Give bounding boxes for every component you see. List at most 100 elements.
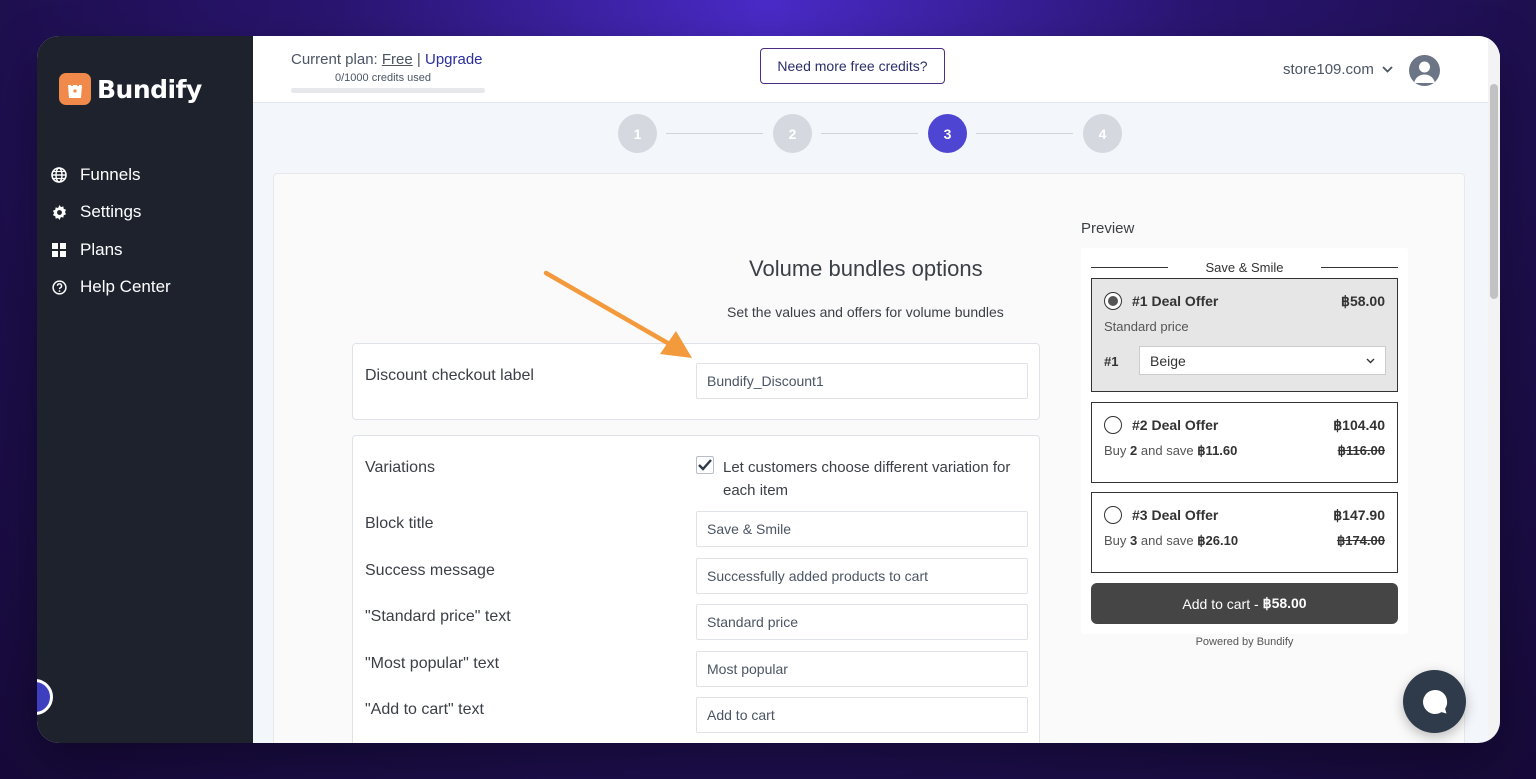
store-name: store109.com <box>1283 61 1374 78</box>
powered-prefix: Powered by <box>1195 636 1254 648</box>
stepper: 1 2 3 4 <box>617 114 1123 154</box>
topbar: Current plan: Free | Upgrade 0/1000 cred… <box>253 36 1500 103</box>
offer-qty: 2 <box>1130 443 1138 458</box>
block-title-input[interactable] <box>696 511 1028 547</box>
sub-mid: and save <box>1140 533 1194 548</box>
standard-price-input[interactable] <box>696 604 1028 640</box>
offer-old-price: ฿116.00 <box>1337 443 1385 458</box>
powered-by: Powered by Bundify <box>1081 636 1408 648</box>
scrollbar[interactable] <box>1488 36 1500 743</box>
gear-icon <box>51 204 67 220</box>
app-window: Bundify Funnels Settings Plans Help Cent… <box>37 36 1500 743</box>
offer-saving: ฿11.60 <box>1197 443 1238 458</box>
preview-label: Preview <box>1081 220 1135 237</box>
sub-prefix: Buy <box>1104 443 1127 458</box>
variant-select[interactable]: Beige <box>1139 346 1386 375</box>
options-box: Variations Let customers choose differen… <box>352 435 1040 743</box>
most-popular-label: "Most popular" text <box>365 655 500 672</box>
step-2[interactable]: 2 <box>773 114 812 153</box>
brand-name: Bundify <box>97 74 202 104</box>
side-chat-icon[interactable] <box>37 679 53 715</box>
checkmark-icon <box>698 459 712 471</box>
offer-3[interactable]: #3 Deal Offer ฿147.90 Buy 3 and save ฿26… <box>1091 492 1398 573</box>
offer-name: #3 Deal Offer <box>1132 507 1219 523</box>
help-icon <box>51 279 67 295</box>
offer-1[interactable]: #1 Deal Offer ฿58.00 Standard price #1 B… <box>1091 278 1398 392</box>
sidebar-item-settings[interactable]: Settings <box>51 194 171 232</box>
offer-price: ฿147.90 <box>1333 507 1385 523</box>
variations-checkbox[interactable] <box>696 456 714 474</box>
step-3[interactable]: 3 <box>928 114 967 153</box>
store-selector[interactable]: store109.com <box>1283 61 1393 78</box>
offer-2[interactable]: #2 Deal Offer ฿104.40 Buy 2 and save ฿11… <box>1091 402 1398 483</box>
grid-icon <box>51 242 67 258</box>
radio-selected-icon[interactable] <box>1104 292 1122 310</box>
step-1[interactable]: 1 <box>618 114 657 153</box>
logo[interactable]: Bundify <box>59 73 202 105</box>
sidebar-item-help-center[interactable]: Help Center <box>51 269 171 307</box>
offer-subtitle: Buy 3 and save ฿26.10 <box>1104 533 1238 549</box>
credits-progress-bar <box>291 88 485 93</box>
sub-prefix: Buy <box>1104 533 1127 548</box>
step-connector <box>821 133 918 134</box>
block-title-label: Block title <box>365 515 434 532</box>
upgrade-link[interactable]: Upgrade <box>425 51 483 68</box>
sidebar-item-label: Plans <box>80 239 123 259</box>
chat-icon <box>1422 689 1447 714</box>
chat-button[interactable] <box>1403 670 1466 733</box>
section-title: Volume bundles options <box>749 256 983 281</box>
plan-separator: | <box>416 51 421 68</box>
current-plan: Current plan: Free | Upgrade <box>291 51 483 68</box>
step-4[interactable]: 4 <box>1083 114 1122 153</box>
offer-price: ฿58.00 <box>1341 293 1385 309</box>
offer-subtitle: Buy 2 and save ฿11.60 <box>1104 443 1237 459</box>
credits-used: 0/1000 credits used <box>335 72 432 84</box>
add-to-cart-input[interactable] <box>696 697 1028 733</box>
offer-name: #1 Deal Offer <box>1132 293 1219 309</box>
variations-label: Variations <box>365 459 435 476</box>
most-popular-input[interactable] <box>696 651 1028 687</box>
preview-block-title: Save & Smile <box>1091 260 1398 276</box>
step-connector <box>976 133 1073 134</box>
avatar[interactable] <box>1409 55 1440 86</box>
globe-icon <box>51 166 67 183</box>
preview-title-text: Save & Smile <box>1205 260 1284 275</box>
sidebar-item-label: Help Center <box>80 277 171 297</box>
offer-qty: 3 <box>1130 533 1138 548</box>
success-message-input[interactable] <box>696 558 1028 594</box>
free-credits-button[interactable]: Need more free credits? <box>760 48 945 84</box>
offer-old-price: ฿174.00 <box>1336 533 1385 548</box>
sub-mid: and save <box>1140 443 1194 458</box>
scroll-thumb[interactable] <box>1490 84 1498 299</box>
atc-label: Add to cart - <box>1182 595 1259 612</box>
radio-icon[interactable] <box>1104 416 1122 434</box>
section-subtitle: Set the values and offers for volume bun… <box>727 304 1004 320</box>
annotation-arrow-icon <box>543 270 692 358</box>
atc-price: ฿58.00 <box>1262 595 1307 611</box>
plan-prefix: Current plan: <box>291 51 378 68</box>
offer-price: ฿104.40 <box>1333 417 1385 433</box>
powered-brand: Bundify <box>1256 636 1294 648</box>
standard-price-label: "Standard price" text <box>365 608 511 625</box>
sidebar-item-funnels[interactable]: Funnels <box>51 156 171 194</box>
preview-add-to-cart-button[interactable]: Add to cart - ฿58.00 <box>1091 583 1398 624</box>
shopping-bag-icon <box>59 73 91 105</box>
radio-icon[interactable] <box>1104 506 1122 524</box>
main-card: Volume bundles options Set the values an… <box>273 173 1465 743</box>
variant-value: Beige <box>1150 352 1186 369</box>
offer-name: #2 Deal Offer <box>1132 417 1219 433</box>
variations-checkbox-label: Let customers choose different variation… <box>723 459 1011 499</box>
discount-label-label: Discount checkout label <box>365 367 534 384</box>
plan-name-link[interactable]: Free <box>382 51 413 68</box>
chevron-down-icon <box>1382 66 1393 73</box>
add-to-cart-label: "Add to cart" text <box>365 701 484 718</box>
success-message-label: Success message <box>365 562 495 579</box>
variant-number: #1 <box>1104 354 1119 369</box>
discount-label-input[interactable] <box>696 363 1028 399</box>
sidebar-item-plans[interactable]: Plans <box>51 231 171 269</box>
sidebar: Bundify Funnels Settings Plans Help Cent… <box>37 36 253 743</box>
step-connector <box>666 133 763 134</box>
offer-saving: ฿26.10 <box>1197 533 1239 548</box>
preview-widget: Save & Smile #1 Deal Offer ฿58.00 Standa… <box>1081 248 1408 634</box>
sidebar-item-label: Settings <box>80 202 142 222</box>
